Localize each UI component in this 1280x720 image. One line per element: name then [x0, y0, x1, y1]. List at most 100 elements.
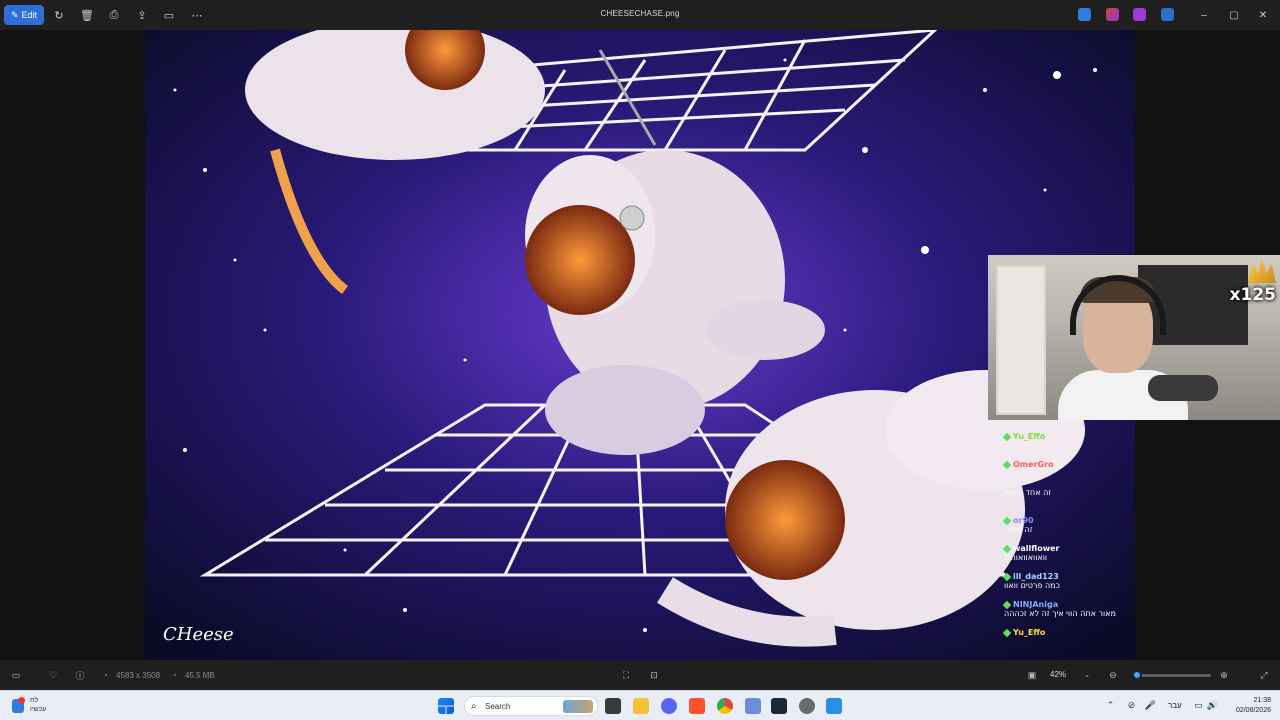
- chevron-down-icon[interactable]: ⌄: [1081, 669, 1093, 681]
- minimize-icon[interactable]: –: [1195, 6, 1213, 24]
- rotate-icon[interactable]: ↻: [51, 7, 67, 23]
- chat-badge-icon: [1002, 460, 1012, 469]
- chat-username: NINJAniga: [1002, 600, 1135, 609]
- chat-message: Yu_Effo: [1002, 628, 1135, 637]
- app-icon-5[interactable]: [745, 698, 761, 714]
- chat-message-text: כמה פרטים וואוו: [1004, 581, 1060, 590]
- task-view-icon[interactable]: [605, 698, 621, 714]
- favorite-icon[interactable]: ♡: [47, 669, 59, 681]
- app-icon-1[interactable]: [1078, 8, 1091, 21]
- speaker-icon[interactable]: 🔊: [1207, 700, 1218, 711]
- share-icon[interactable]: ⇪: [134, 7, 150, 23]
- chat-message-text: מאור אתה הווי איך זה לא זכההה: [1004, 609, 1116, 618]
- search-highlight-icon: [563, 700, 593, 713]
- streamer-webcam: x125: [988, 255, 1280, 420]
- chat-username: ill_dad123: [1002, 572, 1135, 581]
- status-bar: ▭ ♡ ⓘ ▫ 4583 x 3508 ▫ 45.5 MB ⛶ ⊡ ▣ 42% …: [0, 660, 1280, 690]
- chat-message: זה אחד היפים: [1004, 488, 1135, 497]
- chat-badge-icon: [1002, 516, 1012, 525]
- stream-chat-overlay: Yu_Effo OmerGro זה אחד היפים or90 זה פסיכי wa…: [1000, 428, 1135, 660]
- maximize-icon[interactable]: ▢: [1225, 6, 1243, 24]
- chat-badge-icon: [1002, 544, 1012, 553]
- delete-icon[interactable]: 🗑: [79, 7, 95, 23]
- chat-message-text: זה אחד היפים: [1004, 488, 1052, 497]
- chat-badge-icon: [1002, 628, 1012, 637]
- chat-username-text: Yu_Effo: [1013, 432, 1046, 441]
- file-explorer-icon[interactable]: [633, 698, 649, 714]
- network-off-icon[interactable]: ⊘: [1126, 700, 1137, 711]
- chat-username: wallflower: [1002, 544, 1135, 553]
- windows-taskbar: לח עכשיו ⌕ Search ⌃ ⊘ 🎤 עבר ▭ 🔊 21:38 02…: [0, 690, 1280, 720]
- image-dimensions: 4583 x 3508: [116, 671, 161, 680]
- steam-icon[interactable]: [771, 698, 787, 714]
- edit-label: Edit: [21, 10, 38, 20]
- chat-username: or90: [1002, 516, 1135, 525]
- weather-text-line1: לח: [30, 697, 39, 704]
- weather-text-line2: עכשיו: [30, 706, 47, 713]
- chat-username: Yu_Effo: [1002, 432, 1135, 441]
- chevron-up-icon[interactable]: ⌃: [1105, 700, 1116, 711]
- artist-signature: CHeese: [163, 624, 234, 645]
- chat-username-text: wallflower: [1013, 544, 1060, 553]
- artwork-illustration: CHeese: [145, 30, 1135, 660]
- search-placeholder: Search: [485, 701, 511, 711]
- print-icon[interactable]: ⎙: [106, 7, 122, 23]
- chat-badge-icon: [1002, 572, 1012, 581]
- clock-time: 21:38: [1253, 697, 1271, 704]
- webcam-background-door: [996, 265, 1046, 415]
- chat-message: or90 זה פסיכי: [1002, 516, 1135, 534]
- notification-badge: [18, 697, 25, 704]
- taskbar-clock[interactable]: 21:38 02/08/2026: [1221, 696, 1271, 716]
- fit-screen-icon[interactable]: ⛶: [620, 669, 632, 681]
- filmstrip-icon[interactable]: ▭: [10, 669, 22, 681]
- actual-size-icon[interactable]: ⊡: [648, 669, 660, 681]
- crown-icon: [1248, 259, 1276, 283]
- slideshow-icon[interactable]: ▭: [161, 7, 177, 23]
- start-icon[interactable]: [438, 698, 454, 714]
- zoom-level[interactable]: 42%: [1050, 670, 1066, 679]
- microphone-tray-icon[interactable]: 🎤: [1145, 700, 1156, 711]
- zoom-slider[interactable]: [1131, 670, 1211, 680]
- fit-to-window-icon[interactable]: ▣: [1026, 669, 1038, 681]
- more-options-icon[interactable]: ⋯: [189, 7, 205, 23]
- obs-icon[interactable]: [799, 698, 815, 714]
- input-language[interactable]: עבר: [1168, 701, 1182, 710]
- chat-message: OmerGro: [1002, 460, 1135, 469]
- search-icon: ⌕: [471, 701, 477, 712]
- chat-message-text: וואוואוואוו!!!: [1004, 553, 1048, 562]
- discord-icon[interactable]: [661, 698, 677, 714]
- edit-icon: ✎: [10, 9, 19, 20]
- weather-widget[interactable]: לח עכשיו: [8, 695, 68, 717]
- photos-app-window: ✎ Edit ↻ 🗑 ⎙ ⇪ ▭ ⋯ CHEESECHASE.png – ▢ ✕: [0, 0, 1280, 690]
- chat-username-text: OmerGro: [1013, 460, 1054, 469]
- file-size: 45.5 MB: [185, 671, 215, 680]
- chat-username: Yu_Effo: [1002, 628, 1135, 637]
- fullscreen-icon[interactable]: ⤢: [1258, 669, 1270, 681]
- microphone-icon: [1148, 375, 1218, 401]
- display-icon[interactable]: ▭: [1193, 700, 1204, 711]
- chat-username-text: ill_dad123: [1013, 572, 1059, 581]
- app-icon-2[interactable]: [1106, 8, 1119, 21]
- zoom-in-icon[interactable]: ⊕: [1218, 669, 1230, 681]
- chat-message: ill_dad123 כמה פרטים וואוו: [1002, 572, 1135, 590]
- chrome-icon[interactable]: [717, 698, 733, 714]
- brave-icon[interactable]: [689, 698, 705, 714]
- close-icon[interactable]: ✕: [1254, 6, 1272, 24]
- clock-date: 02/08/2026: [1235, 707, 1271, 714]
- app-icon-3[interactable]: [1133, 8, 1146, 21]
- chat-message-text: זה פסיכי: [1004, 525, 1033, 534]
- zoom-out-icon[interactable]: ⊖: [1107, 669, 1119, 681]
- photos-icon[interactable]: [826, 698, 842, 714]
- info-icon[interactable]: ⓘ: [74, 669, 86, 681]
- zoom-slider-thumb[interactable]: [1131, 670, 1142, 680]
- edit-button[interactable]: ✎ Edit: [4, 5, 44, 25]
- chat-message: NINJAniga מאור אתה הווי איך זה לא זכההה: [1002, 600, 1135, 618]
- chat-message: wallflower וואוואוואוו!!!: [1002, 544, 1135, 562]
- app-icon-4[interactable]: [1161, 8, 1174, 21]
- chat-badge-icon: [1002, 432, 1012, 441]
- chat-username: OmerGro: [1002, 460, 1135, 469]
- chat-badge-icon: [1002, 600, 1012, 609]
- displayed-image[interactable]: CHeese: [145, 30, 1135, 660]
- dimensions-icon: ▫: [104, 671, 108, 679]
- taskbar-search[interactable]: ⌕ Search: [464, 696, 598, 716]
